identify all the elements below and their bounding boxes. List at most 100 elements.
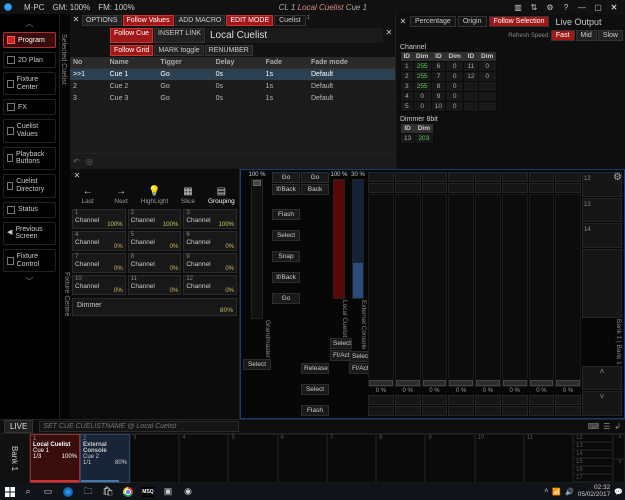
fixture-cell[interactable]: 11Channel0% (128, 275, 182, 295)
fixture-cell[interactable]: 12Channel0% (183, 275, 237, 295)
bank-slot-small[interactable]: 12 (573, 434, 613, 442)
back-button[interactable]: Back (301, 184, 329, 195)
undo-icon[interactable]: ↶ (73, 157, 80, 166)
taskview-icon[interactable]: ▭ (38, 486, 58, 497)
tab-percentage[interactable]: Percentage (410, 16, 456, 27)
flash-button[interactable]: Select (243, 359, 271, 370)
sidebar-up-icon[interactable]: ︿ (3, 18, 56, 28)
bank-up[interactable]: ˄ (613, 434, 625, 459)
msq-app-icon[interactable]: MSQ (138, 487, 158, 497)
settings-icon[interactable]: ⚙ (543, 3, 557, 12)
fixture-cell[interactable]: 4Channel0% (72, 231, 126, 251)
fixture-cell[interactable]: 9Channel0% (183, 253, 237, 273)
playback-fader[interactable]: 0 % (395, 172, 421, 416)
sidebar-item-playback-buttons[interactable]: Playback Buttons (3, 147, 56, 170)
bank-slot[interactable]: 10 (475, 434, 524, 483)
gear-icon[interactable]: ⚙ (613, 172, 622, 183)
tray-clock[interactable]: 02:3205/02/2017 (578, 485, 611, 498)
sidebar-item-cuelist-directory[interactable]: Cuelist Directory (3, 174, 56, 197)
renumber-button[interactable]: RENUMBER (205, 45, 253, 56)
cue-table[interactable]: NoName TiggerDelay FadeFade mode >>1Cue … (70, 57, 395, 105)
options-button[interactable]: OPTIONS (82, 15, 122, 26)
flash-button-3[interactable]: Flash (301, 405, 329, 416)
bank-slot[interactable]: 8 (376, 434, 425, 483)
playback-fader[interactable]: 0 % (368, 172, 394, 416)
keyboard-icon[interactable]: ⌨ (588, 422, 600, 431)
bank-slot-small[interactable]: 15 (573, 458, 613, 466)
sidebar-item-previous-screen[interactable]: ◀Previous Screen (3, 222, 56, 245)
cuelist-name-input[interactable]: Local Cuelist (210, 30, 267, 41)
list-icon[interactable]: ☰ (603, 422, 610, 431)
dimmer-cell[interactable]: Dimmer 80% (72, 298, 237, 316)
live-close-icon[interactable]: ✕ (398, 17, 408, 26)
bank-slot[interactable]: 6 (278, 434, 327, 483)
maximize-button[interactable]: ▢ (591, 3, 605, 12)
fc-close-icon[interactable]: ✕ (72, 171, 82, 180)
playback-fader[interactable]: 0 % (475, 172, 501, 416)
fixture-cell[interactable]: 10Channel0% (72, 275, 126, 295)
tray-network-icon[interactable]: 📶 (552, 488, 561, 496)
pb-slot[interactable]: 14 (582, 223, 622, 248)
mark-toggle-button[interactable]: MARK toggle (154, 45, 203, 56)
fixture-cell[interactable]: 7Channel0% (72, 253, 126, 273)
pb-slot[interactable]: 13 (582, 198, 622, 223)
fixture-cell[interactable]: 8Channel0% (128, 253, 182, 273)
transfer-icon[interactable]: ⇅ (527, 3, 541, 12)
speed-fast-button[interactable]: Fast (551, 30, 575, 41)
fixture-cell[interactable]: 6Channel0% (183, 231, 237, 251)
playback-fader[interactable]: 0 % (529, 172, 555, 416)
tray-volume-icon[interactable]: 🔊 (565, 488, 574, 496)
chrome-app-icon[interactable] (118, 487, 138, 497)
tab-follow-selection[interactable]: Follow Selection (489, 16, 550, 27)
edit-mode-button[interactable]: EDIT MODE (226, 15, 273, 26)
snap-button[interactable]: Snap (272, 251, 300, 262)
bank-box-1[interactable]: 1 Local Cuelist Cue 1 1/3100% (30, 434, 80, 483)
playback-fader[interactable]: 0 % (448, 172, 474, 416)
cuelist-name-close-icon[interactable]: ✕ (384, 28, 394, 43)
follow-cue-button[interactable]: Follow Cue (110, 28, 153, 43)
local-cuelist-fader[interactable] (333, 179, 345, 299)
fixture-cell[interactable]: 2Channel100% (128, 209, 182, 229)
insert-link-button[interactable]: INSERT LINK (154, 28, 205, 43)
command-input[interactable] (39, 421, 239, 432)
explorer-app-icon[interactable]: 🗀 (78, 484, 98, 500)
playback-fader[interactable]: 0 % (555, 172, 581, 416)
pb-caret-down[interactable]: ˅ (582, 391, 622, 416)
app-icon-1[interactable]: ▣ (158, 486, 178, 497)
start-button[interactable] (2, 485, 18, 499)
sidebar-item-fixture-center[interactable]: Fixture Center (3, 72, 56, 95)
follow-values-button[interactable]: Follow Values (123, 15, 174, 26)
external-console-fader[interactable] (352, 179, 364, 299)
fixture-cell[interactable]: 5Channel0% (128, 231, 182, 251)
fixture-cell[interactable]: 1Channel100% (72, 209, 126, 229)
tool-highlight[interactable]: 💡HighLight (139, 186, 170, 205)
help-icon[interactable]: ? (559, 3, 573, 12)
bank-slot[interactable]: 4 (179, 434, 228, 483)
bank-slot-small[interactable]: 13 (573, 442, 613, 450)
add-macro-button[interactable]: ADD MACRO (175, 15, 226, 26)
cue-row[interactable]: 3Cue 3Go0s1sDefault (70, 93, 395, 105)
ifback-button-2[interactable]: If/Back (272, 272, 300, 283)
tool-slice[interactable]: ▦Slice (172, 186, 203, 205)
sidebar-down-icon[interactable]: ﹀ (3, 276, 56, 286)
sidebar-item-cuelist-values[interactable]: Cuelist Values (3, 119, 56, 142)
tray-notifications-icon[interactable]: 💬 (614, 488, 623, 496)
bank-slot-small[interactable]: 16 (573, 466, 613, 474)
app-icon-2[interactable]: ◉ (178, 486, 198, 497)
pb-caret-up[interactable]: ˄ (582, 366, 622, 391)
tool-grouping[interactable]: ▤Grouping (206, 186, 237, 205)
tab-origin[interactable]: Origin (458, 16, 487, 27)
playback-fader[interactable]: 0 % (422, 172, 448, 416)
pb-slot[interactable] (582, 249, 622, 319)
layout-icon[interactable]: ▥ (511, 3, 525, 12)
go-button-3[interactable]: Go (301, 172, 329, 183)
close-button[interactable]: ✕ (607, 3, 621, 12)
bank-slot-small[interactable]: 14 (573, 450, 613, 458)
go-button[interactable]: Go (272, 172, 300, 183)
select-button[interactable]: Select (272, 230, 300, 241)
tray-expand-icon[interactable]: ˄ (544, 488, 548, 495)
minimize-button[interactable]: — (575, 3, 589, 12)
bank-slot[interactable]: 11 (524, 434, 573, 483)
bank-slot[interactable]: 5 (228, 434, 277, 483)
return-icon[interactable]: ↲ (614, 422, 621, 431)
